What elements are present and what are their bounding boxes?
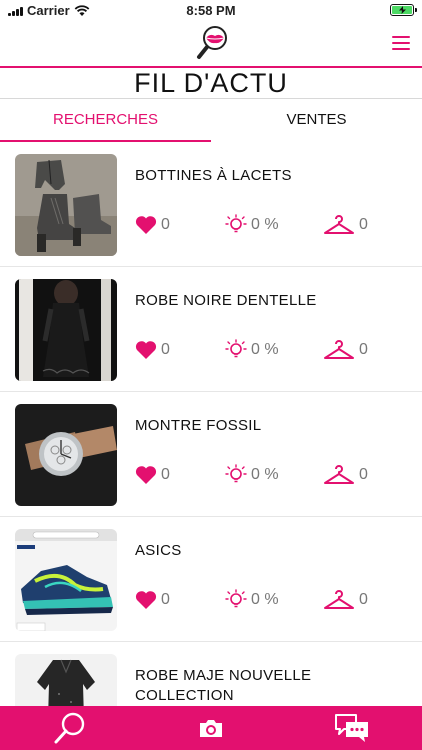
likes-count: 0 — [161, 466, 170, 483]
item-title: ROBE MAJE NOUVELLE COLLECTION — [135, 667, 312, 704]
ideas-stat: 0 % — [225, 464, 323, 486]
hangers-count: 0 — [359, 466, 368, 483]
list-item[interactable]: BOTTINES À LACETS 0 0 % 0 — [0, 142, 422, 267]
tab-ventes[interactable]: VENTES — [211, 100, 422, 142]
hangers-stat: 0 — [323, 464, 368, 486]
ideas-stat: 0 % — [225, 214, 323, 236]
ideas-stat: 0 % — [225, 589, 323, 611]
item-title: BOTTINES À LACETS — [135, 167, 292, 184]
hanger-icon — [324, 340, 354, 359]
battery-icon — [390, 4, 417, 16]
item-title: ASICS — [135, 542, 182, 559]
watch-photo — [15, 404, 117, 506]
item-stats: 0 0 % 0 — [135, 339, 368, 361]
likes-stat[interactable]: 0 — [135, 590, 225, 610]
likes-stat[interactable]: 0 — [135, 465, 225, 485]
tab-recherches[interactable]: RECHERCHES — [0, 100, 211, 142]
magnifier-lips-logo-icon — [197, 26, 227, 59]
item-stats: 0 0 % 0 — [135, 589, 368, 611]
hangers-count: 0 — [359, 591, 368, 608]
heart-icon — [135, 216, 157, 234]
list-item[interactable]: ASICS 0 0 % 0 — [0, 517, 422, 642]
page-title: FIL D'ACTU — [134, 68, 288, 98]
item-stats: 0 0 % 0 — [135, 214, 368, 236]
feed-list: BOTTINES À LACETS 0 0 % 0 ROBE NOIRE DEN… — [0, 142, 422, 706]
ideas-percent: 0 % — [251, 216, 279, 233]
ideas-percent: 0 % — [251, 591, 279, 608]
tab-bar: RECHERCHES VENTES — [0, 100, 422, 142]
lightbulb-icon — [225, 589, 247, 608]
sneaker-photo — [15, 529, 117, 631]
title-divider — [0, 98, 422, 99]
lightbulb-icon — [225, 464, 247, 483]
ideas-percent: 0 % — [251, 466, 279, 483]
status-bar: Carrier 8:58 PM — [0, 0, 422, 22]
lightbulb-icon — [225, 339, 247, 358]
heart-icon — [135, 591, 157, 609]
chat-button[interactable] — [322, 706, 382, 750]
likes-stat[interactable]: 0 — [135, 215, 225, 235]
hanger-icon — [324, 215, 354, 234]
list-item[interactable]: MONTRE FOSSIL 0 0 % 0 — [0, 392, 422, 517]
likes-count: 0 — [161, 341, 170, 358]
hanger-icon — [324, 590, 354, 609]
heart-icon — [135, 341, 157, 359]
hamburger-menu-icon[interactable] — [392, 36, 410, 50]
hangers-stat: 0 — [323, 339, 368, 361]
lightbulb-icon — [225, 214, 247, 233]
ankle-boots-photo — [15, 154, 117, 256]
hangers-stat: 0 — [323, 214, 368, 236]
heart-icon — [135, 466, 157, 484]
black-lace-dress-photo — [15, 279, 117, 381]
ideas-stat: 0 % — [225, 339, 323, 361]
list-item[interactable]: ROBE NOIRE DENTELLE 0 0 % 0 — [0, 267, 422, 392]
hangers-stat: 0 — [323, 589, 368, 611]
item-title: ROBE NOIRE DENTELLE — [135, 292, 317, 309]
camera-button[interactable] — [181, 706, 241, 750]
chat-icon — [334, 714, 368, 742]
ideas-percent: 0 % — [251, 341, 279, 358]
list-item[interactable]: ROBE MAJE NOUVELLE COLLECTION — [0, 642, 422, 706]
hangers-count: 0 — [359, 216, 368, 233]
likes-stat[interactable]: 0 — [135, 340, 225, 360]
hanger-icon — [324, 465, 354, 484]
search-button[interactable] — [40, 706, 100, 750]
item-stats: 0 0 % 0 — [135, 464, 368, 486]
item-title: MONTRE FOSSIL — [135, 417, 262, 434]
search-icon — [54, 712, 85, 744]
bottom-tab-bar — [0, 706, 422, 750]
hangers-count: 0 — [359, 341, 368, 358]
likes-count: 0 — [161, 216, 170, 233]
status-time: 8:58 PM — [186, 3, 236, 18]
maje-dress-photo — [15, 654, 117, 706]
camera-icon — [199, 720, 222, 737]
likes-count: 0 — [161, 591, 170, 608]
